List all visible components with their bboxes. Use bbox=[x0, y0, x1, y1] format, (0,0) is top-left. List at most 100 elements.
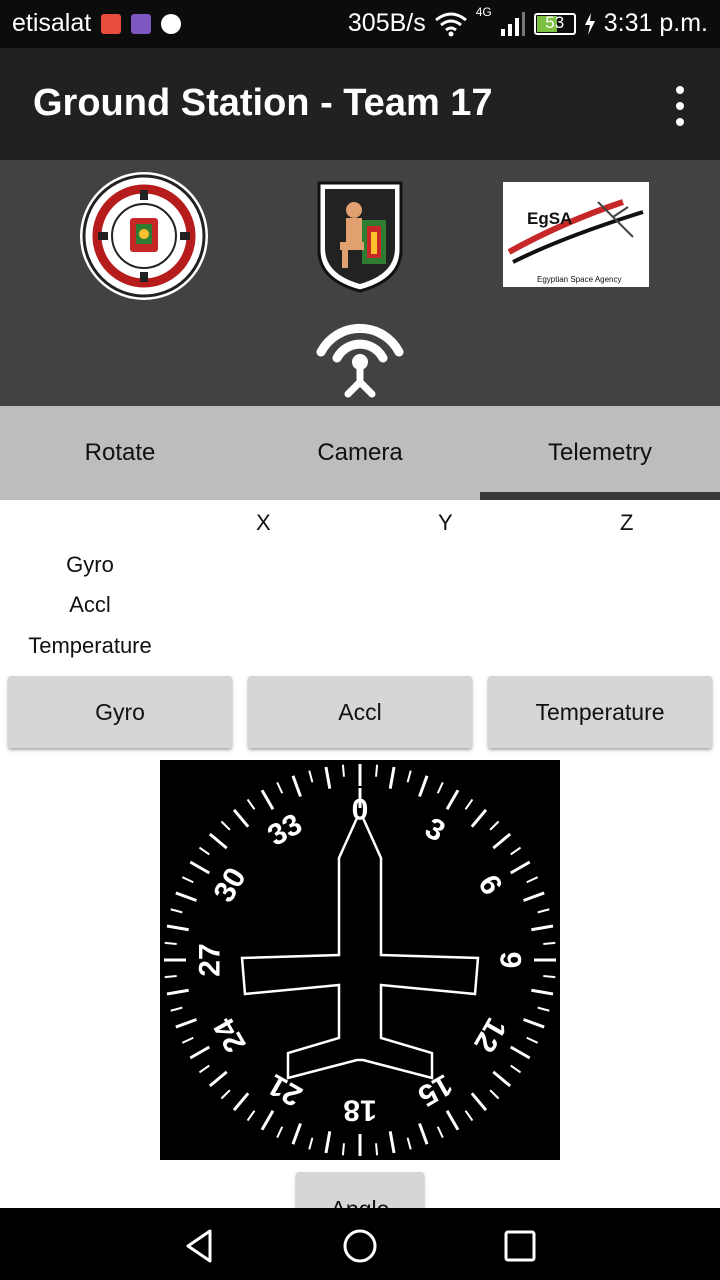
compass-tick bbox=[492, 1070, 512, 1088]
compass-tick bbox=[341, 1143, 345, 1156]
compass-tick bbox=[246, 1110, 256, 1122]
compass-tick bbox=[543, 941, 556, 945]
compass-label: 3 bbox=[420, 812, 451, 849]
tab-camera[interactable]: Camera bbox=[240, 406, 480, 500]
pharaoh-shield-logo bbox=[317, 181, 403, 293]
signal-icon bbox=[500, 11, 525, 36]
compass-tick bbox=[445, 789, 460, 811]
logo-header: EgSA Egyptian Space Agency bbox=[0, 160, 720, 406]
heading-indicator: 03691215182124273033 bbox=[160, 760, 560, 1160]
compass-tick bbox=[406, 1137, 412, 1150]
compass-tick bbox=[543, 975, 556, 979]
compass-label: 33 bbox=[262, 807, 307, 852]
compass-label: 27 bbox=[194, 943, 227, 976]
tab-rotate[interactable]: Rotate bbox=[0, 406, 240, 500]
wireless-antenna-icon bbox=[316, 323, 404, 398]
home-icon[interactable] bbox=[340, 1226, 380, 1266]
gyro-button[interactable]: Gyro bbox=[8, 676, 232, 748]
compass-tick bbox=[208, 1070, 228, 1088]
egsa-logo-caption: Egyptian Space Agency bbox=[537, 275, 622, 284]
wifi-icon bbox=[434, 12, 467, 36]
university-seal-logo bbox=[80, 172, 208, 300]
compass-tick bbox=[375, 764, 379, 777]
compass-tick bbox=[260, 1109, 275, 1131]
carrier-label: etisalat bbox=[12, 9, 92, 37]
column-header-x: X bbox=[256, 510, 271, 535]
compass-tick bbox=[537, 1006, 550, 1012]
compass-tick bbox=[526, 1036, 539, 1044]
compass-label: 6 bbox=[471, 870, 508, 901]
temperature-button[interactable]: Temperature bbox=[488, 676, 712, 748]
compass-tick bbox=[341, 764, 345, 777]
gallery-notification-icon bbox=[131, 13, 152, 34]
row-label-accl: Accl bbox=[69, 592, 111, 617]
compass-tick bbox=[526, 876, 539, 884]
compass-tick bbox=[531, 988, 554, 996]
compass-tick bbox=[246, 798, 256, 810]
charging-icon bbox=[584, 12, 595, 35]
compass-tick bbox=[220, 1089, 231, 1100]
compass-tick bbox=[276, 1126, 284, 1139]
network-type: 4G bbox=[475, 5, 492, 19]
compass-tick bbox=[470, 808, 488, 828]
row-label-temperature: Temperature bbox=[28, 633, 152, 658]
app-bar: Ground Station - Team 17 bbox=[0, 48, 720, 160]
compass-tick bbox=[522, 891, 545, 902]
column-header-z: Z bbox=[620, 510, 634, 535]
compass-tick bbox=[324, 1131, 332, 1154]
compass-tick bbox=[489, 1089, 500, 1100]
compass-tick bbox=[406, 770, 412, 783]
compass-tick bbox=[220, 820, 231, 831]
compass-tick bbox=[418, 1122, 429, 1145]
compass-tick bbox=[531, 924, 554, 932]
compass-label: 24 bbox=[207, 1012, 252, 1058]
compass-tick bbox=[198, 846, 210, 856]
compass-label: 18 bbox=[343, 1094, 376, 1127]
egsa-logo-text: EgSA bbox=[527, 209, 572, 228]
compass-tick bbox=[189, 1045, 211, 1060]
compass-tick bbox=[166, 924, 189, 932]
compass-tick bbox=[510, 1064, 522, 1074]
more-vert-icon[interactable] bbox=[670, 86, 690, 126]
compass-tick bbox=[181, 1036, 194, 1044]
compass-tick bbox=[418, 775, 429, 798]
compass-tick bbox=[181, 876, 194, 884]
status-bar: etisalat 305B/s 4G 53 3:31 p.m. bbox=[0, 0, 720, 48]
row-label-gyro: Gyro bbox=[66, 552, 114, 577]
compass-tick bbox=[170, 1006, 183, 1012]
compass-tick bbox=[464, 798, 474, 810]
compass-tick bbox=[522, 1018, 545, 1029]
battery-icon: 53 bbox=[533, 12, 576, 35]
compass-tick bbox=[436, 1126, 444, 1139]
tab-bar: Rotate Camera Telemetry bbox=[0, 406, 720, 500]
compass-tick bbox=[464, 1110, 474, 1122]
compass-tick bbox=[164, 975, 177, 979]
column-header-y: Y bbox=[438, 510, 453, 535]
compass-tick bbox=[164, 941, 177, 945]
compass-tick bbox=[232, 1092, 250, 1112]
compass-label: 12 bbox=[467, 1012, 512, 1057]
compass-tick bbox=[537, 908, 550, 914]
compass-tick bbox=[375, 1143, 379, 1156]
recents-icon[interactable] bbox=[500, 1226, 540, 1266]
message-notification-icon bbox=[101, 13, 122, 34]
compass-tick bbox=[308, 1137, 314, 1150]
compass-tick bbox=[489, 820, 500, 831]
compass-tick bbox=[388, 1131, 396, 1154]
compass-tick bbox=[232, 808, 250, 828]
back-icon[interactable] bbox=[180, 1226, 220, 1266]
compass-tick bbox=[170, 908, 183, 914]
tab-telemetry[interactable]: Telemetry bbox=[480, 406, 720, 500]
accl-button[interactable]: Accl bbox=[248, 676, 472, 748]
compass-tick bbox=[492, 832, 512, 850]
compass-tick bbox=[166, 988, 189, 996]
compass-tick bbox=[276, 781, 284, 794]
compass-tick bbox=[470, 1092, 488, 1112]
compass-tick bbox=[175, 891, 198, 902]
compass-tick bbox=[260, 789, 275, 811]
compass-tick bbox=[509, 860, 531, 875]
app-title: Ground Station - Team 17 bbox=[33, 82, 493, 124]
compass-tick bbox=[388, 766, 396, 789]
compass-label: 30 bbox=[207, 862, 252, 907]
compass-label: 9 bbox=[494, 952, 527, 969]
